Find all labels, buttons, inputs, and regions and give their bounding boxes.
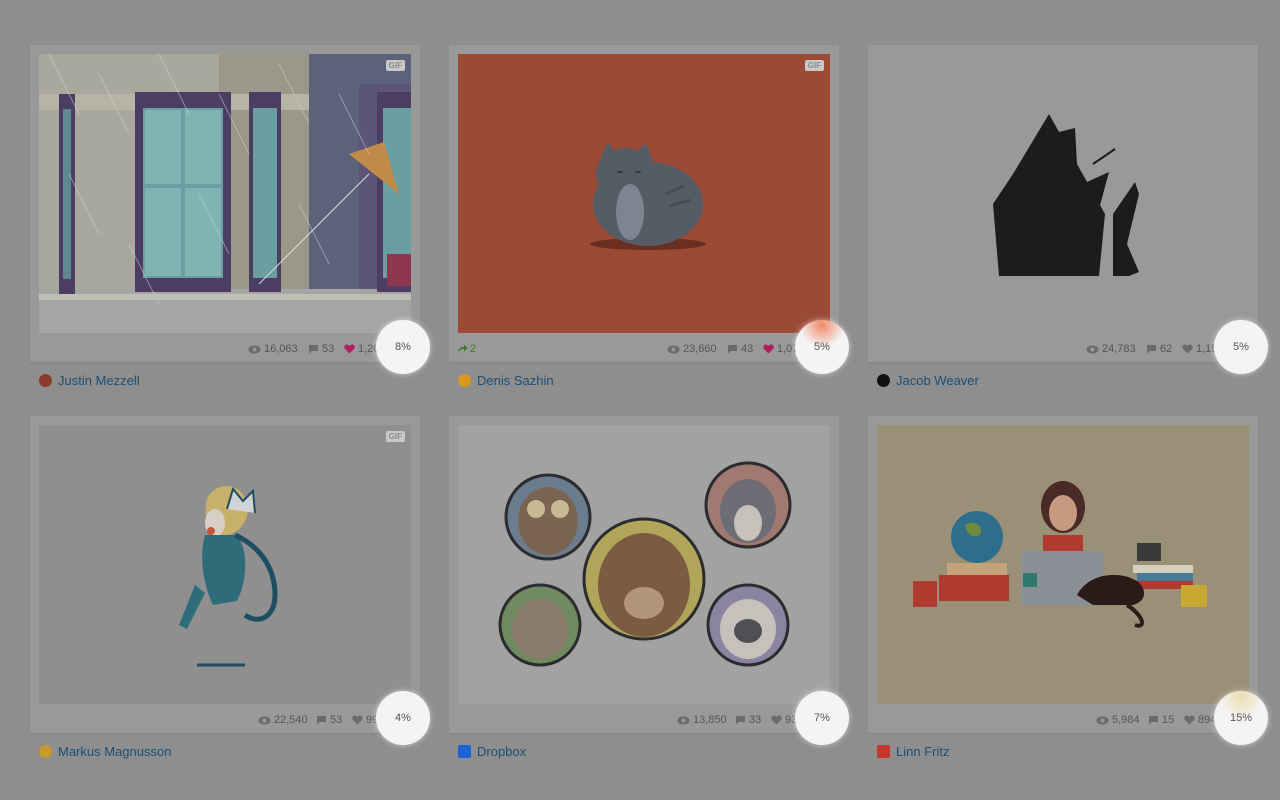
shot-card: 24,783 62 1,151 5% <box>868 45 1268 374</box>
views-stat: 13,850 <box>677 708 727 732</box>
shot-stats: 16,063 53 1,206 <box>30 337 420 361</box>
animals-illustration <box>458 425 830 704</box>
dropbox-logo-icon <box>458 744 471 758</box>
views-count: 16,063 <box>264 343 298 355</box>
engagement-percent: 8% <box>395 341 411 353</box>
shot-thumbnail-animals[interactable] <box>458 425 830 704</box>
speech-bubble-icon <box>309 345 318 354</box>
gif-badge: GIF <box>385 431 405 442</box>
views-count: 13,850 <box>693 714 727 726</box>
comments-stat: 53 <box>308 337 334 361</box>
views-stat: 16,063 <box>248 337 298 361</box>
gif-badge: GIF <box>385 60 405 71</box>
views-stat: 5,984 <box>1096 708 1140 732</box>
author-name: Justin Mezzell <box>58 372 140 388</box>
views-count: 22,540 <box>274 714 308 726</box>
views-count: 5,984 <box>1112 714 1140 726</box>
author-link[interactable]: Dropbox <box>458 742 526 760</box>
views-count: 24,783 <box>1102 343 1136 355</box>
author-name: Dropbox <box>477 743 527 759</box>
shot-stats: 2 23,660 43 1,075 <box>449 337 839 361</box>
desk-girl-illustration <box>877 425 1249 704</box>
author-name: Linn Fritz <box>896 743 950 759</box>
views-count: 23,660 <box>683 343 717 355</box>
author-name: Markus Magnusson <box>58 743 172 759</box>
rainy-building-illustration <box>39 54 411 333</box>
speech-bubble-icon <box>728 345 737 354</box>
speech-bubble-icon <box>1149 716 1158 725</box>
shot-stats: 5,984 15 894 <box>868 708 1258 732</box>
avatar <box>877 744 890 758</box>
heart-icon <box>344 344 355 354</box>
views-stat: 24,783 <box>1086 337 1136 361</box>
avatar <box>877 373 890 387</box>
engagement-percent: 5% <box>1233 341 1249 353</box>
heart-icon <box>1184 715 1195 725</box>
author-name: Denis Sazhin <box>477 372 554 388</box>
rebound-count: 2 <box>470 343 477 355</box>
shot-card: GIF 16,063 53 1,206 8% <box>30 45 430 374</box>
comments-stat: 62 <box>1146 337 1172 361</box>
author-link[interactable]: Markus Magnusson <box>39 742 171 760</box>
eye-icon <box>248 345 261 353</box>
engagement-percent: 15% <box>1229 712 1253 724</box>
eye-icon <box>677 716 690 724</box>
heart-icon <box>352 715 363 725</box>
likes-stat[interactable]: 894 <box>1184 708 1216 732</box>
shot-thumbnail-cat[interactable]: GIF <box>458 54 830 333</box>
comments-count: 33 <box>749 714 762 726</box>
author-link[interactable]: Linn Fritz <box>877 742 949 760</box>
shot-thumbnail-girl-with-cat[interactable]: GIF <box>39 425 411 704</box>
avatar <box>458 373 471 387</box>
comments-stat: 53 <box>316 708 342 732</box>
shots-grid: GIF 16,063 53 1,206 8% Justin Mezzell GI… <box>0 0 1280 800</box>
cat-illustration <box>458 54 830 333</box>
shot-thumbnail-desk-girl[interactable] <box>877 425 1249 704</box>
engagement-percent: 5% <box>814 341 830 353</box>
shot-card: GIF 2 23,660 43 1,075 5% <box>449 45 849 374</box>
shot-stats: 22,540 53 996 <box>30 708 420 732</box>
author-name: Jacob Weaver <box>896 372 979 388</box>
comments-count: 43 <box>741 343 754 355</box>
shot-stats: 24,783 62 1,151 <box>868 337 1258 361</box>
engagement-percent: 7% <box>814 712 830 724</box>
avatar <box>39 373 52 387</box>
views-stat: 23,660 <box>667 337 717 361</box>
comments-count: 62 <box>1160 343 1173 355</box>
shot-card: 5,984 15 894 15% <box>868 416 1268 745</box>
author-link[interactable]: Justin Mezzell <box>39 371 140 389</box>
eye-icon <box>258 716 271 724</box>
comments-stat: 15 <box>1148 708 1174 732</box>
engagement-percent: 4% <box>395 712 411 724</box>
heart-icon <box>1182 344 1193 354</box>
eye-icon <box>1096 716 1109 724</box>
gif-badge: GIF <box>804 60 824 71</box>
shot-thumbnail-rainy-building[interactable]: GIF <box>39 54 411 333</box>
shot-card: GIF 22,540 53 996 4% <box>30 416 430 745</box>
comments-count: 53 <box>330 714 343 726</box>
author-link[interactable]: Jacob Weaver <box>877 371 979 389</box>
speech-bubble-icon <box>1147 345 1156 354</box>
eye-icon <box>667 345 680 353</box>
avatar <box>39 744 52 758</box>
girl-with-cat-illustration <box>39 425 411 704</box>
shot-card: 13,850 33 936 7% <box>449 416 849 745</box>
cat-martini-illustration <box>877 54 1249 333</box>
shot-stats: 13,850 33 936 <box>449 708 839 732</box>
comments-count: 15 <box>1162 714 1175 726</box>
author-link[interactable]: Denis Sazhin <box>458 371 554 389</box>
heart-icon <box>763 344 774 354</box>
comments-stat: 33 <box>735 708 761 732</box>
views-stat: 22,540 <box>258 708 308 732</box>
comments-stat: 43 <box>727 337 753 361</box>
comments-count: 53 <box>322 343 335 355</box>
heart-icon <box>771 715 782 725</box>
speech-bubble-icon <box>736 716 745 725</box>
eye-icon <box>1086 345 1099 353</box>
shot-thumbnail-cat-martini[interactable] <box>877 54 1249 333</box>
rebound-stat[interactable]: 2 <box>457 337 476 361</box>
speech-bubble-icon <box>317 716 326 725</box>
rebound-arrow-icon <box>458 344 468 353</box>
